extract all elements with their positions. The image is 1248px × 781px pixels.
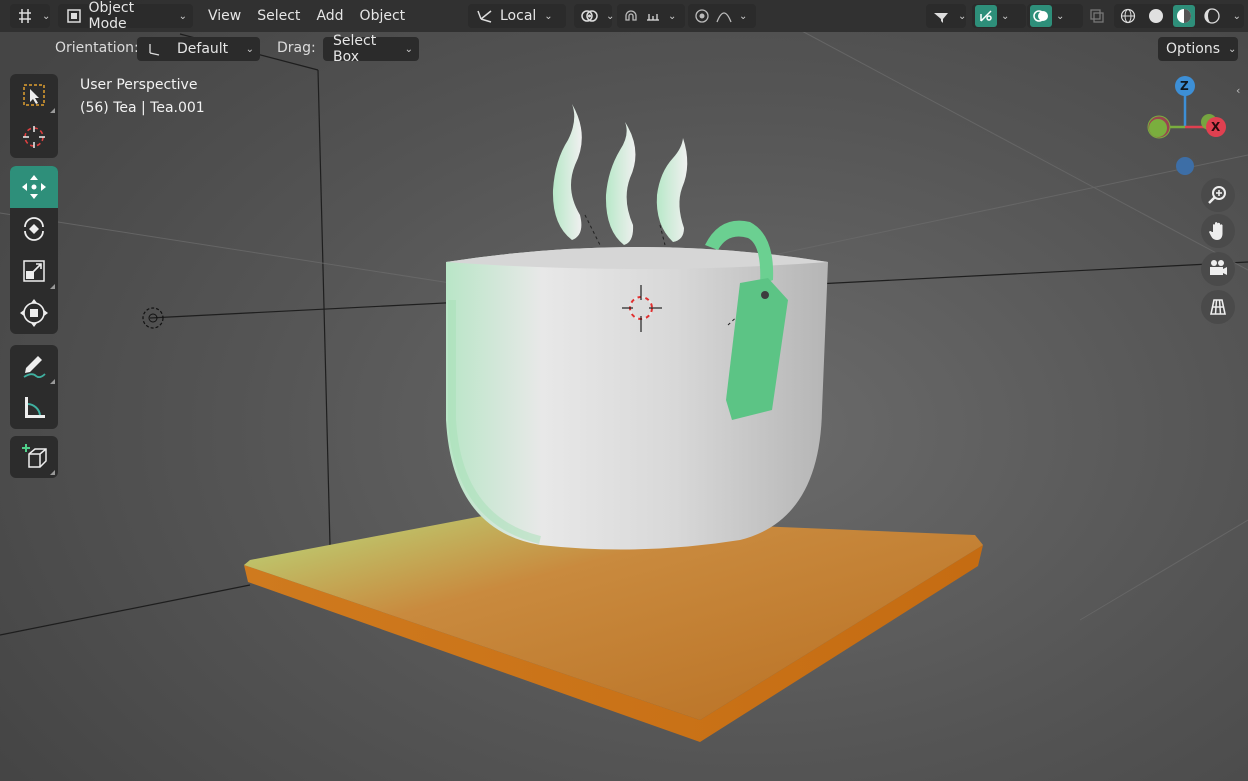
chevron-down-icon: ⌄ [739, 10, 748, 22]
chevron-down-icon[interactable]: ⌄ [1056, 11, 1064, 22]
orientation-dropdown-value: Default [177, 41, 229, 57]
zoom-button[interactable] [1201, 178, 1235, 212]
proportional-editing-icon[interactable] [691, 5, 713, 27]
add-cube-icon [22, 444, 47, 468]
toolbar-group-select [10, 74, 58, 158]
toolbar-group-add [10, 436, 58, 478]
tool-rotate[interactable] [10, 208, 58, 250]
chevron-down-icon: ⌄ [1228, 43, 1237, 55]
chevron-down-icon: ⌄ [606, 10, 615, 22]
cursor-visibility-icon [932, 5, 950, 27]
tool-annotate[interactable] [10, 345, 58, 387]
snapping-group: ⌄ [617, 4, 685, 28]
pivot-point-dropdown[interactable]: ⌄ [574, 4, 615, 28]
gizmo-z-label: Z [1180, 79, 1189, 93]
header-menu: View Select Add Object [200, 4, 413, 28]
menu-object[interactable]: Object [352, 4, 414, 28]
orientation-axes-icon [143, 38, 165, 60]
3d-viewport[interactable]: Z X User Perspective (56) Tea | Tea.001 [0, 0, 1248, 781]
scene-render [0, 29, 1248, 742]
selectability-dropdown[interactable]: ⌄ [926, 4, 966, 28]
chevron-down-icon: ⌄ [404, 43, 413, 55]
gizmo-toggle-group: ⌄ [972, 4, 1026, 28]
hand-icon [1209, 222, 1223, 240]
chevron-down-icon: ⌄ [42, 10, 51, 22]
object-info-label: (56) Tea | Tea.001 [80, 100, 205, 116]
chevron-down-icon: ⌄ [178, 10, 187, 22]
steam-object[interactable] [552, 104, 688, 245]
options-label: Options [1166, 41, 1221, 57]
move-icon [22, 175, 46, 199]
tool-select-box[interactable] [10, 74, 58, 116]
orientation-label: Orientation: [55, 40, 139, 56]
rotate-icon [24, 217, 44, 241]
camera-view-button[interactable] [1201, 252, 1235, 286]
material-shading-icon[interactable] [1172, 5, 1195, 27]
cursor-icon [23, 126, 45, 148]
zoom-icon [1208, 186, 1226, 204]
options-dropdown[interactable]: Options ⌄ [1158, 37, 1238, 61]
chevron-down-icon[interactable]: ⌄ [1233, 11, 1241, 22]
menu-add[interactable]: Add [308, 4, 351, 28]
menu-view[interactable]: View [200, 4, 249, 28]
tool-measure[interactable] [10, 387, 58, 429]
chevron-down-icon: ⌄ [245, 43, 254, 55]
proportional-editing-group: ⌄ [688, 4, 756, 28]
editor-type-icon [16, 5, 34, 27]
tool-move[interactable] [10, 166, 58, 208]
overlay-icon[interactable] [1030, 5, 1052, 27]
tool-cursor[interactable] [10, 116, 58, 158]
measure-icon [25, 397, 45, 418]
transform-icon [20, 299, 48, 327]
gizmo-x-label: X [1211, 120, 1221, 134]
mode-dropdown[interactable]: Object Mode ⌄ [58, 0, 193, 32]
chevron-down-icon: ⌄ [668, 10, 677, 22]
camera-icon [1210, 260, 1227, 275]
rendered-shading-icon[interactable] [1201, 5, 1223, 27]
perspective-label: User Perspective [80, 77, 198, 93]
tool-add-cube[interactable] [10, 436, 58, 478]
toolbar-group-annotate [10, 345, 58, 429]
transform-orientation-dropdown[interactable]: Local ⌄ [468, 4, 566, 28]
falloff-curve-icon[interactable] [713, 5, 735, 27]
drag-dropdown[interactable]: Select Box ⌄ [323, 33, 419, 65]
solid-shading-icon[interactable] [1145, 5, 1167, 27]
orientation-icon [474, 5, 496, 27]
pan-button[interactable] [1201, 214, 1235, 248]
ortho-toggle-button[interactable] [1201, 290, 1235, 324]
viewport-header: ⌄ Object Mode ⌄ View Select Add Object L… [0, 0, 1248, 32]
pivot-icon [580, 5, 598, 27]
shading-group: ⌄ [1114, 4, 1244, 28]
orientation-dropdown[interactable]: Default ⌄ [137, 37, 260, 61]
sidebar-toggle-icon[interactable]: ‹ [1236, 84, 1240, 97]
object-mode-icon [64, 5, 84, 27]
mode-label: Object Mode [88, 0, 135, 32]
select-box-icon [23, 84, 45, 106]
wireframe-shading-icon[interactable] [1117, 5, 1139, 27]
grid-icon [1210, 299, 1226, 315]
tool-scale[interactable] [10, 250, 58, 292]
menu-select[interactable]: Select [249, 4, 308, 28]
tool-settings-header: Orientation: Default ⌄ Drag: Select Box … [0, 33, 1248, 65]
drag-value: Select Box [333, 33, 377, 65]
scale-icon [23, 260, 45, 282]
overlay-toggle-group: ⌄ [1027, 4, 1083, 28]
chevron-down-icon: ⌄ [958, 10, 967, 22]
gizmo-icon[interactable] [975, 5, 997, 27]
orientation-value: Local [500, 8, 537, 24]
chevron-down-icon: ⌄ [544, 10, 553, 22]
magnet-icon[interactable] [620, 5, 642, 27]
toolbar-group-transform [10, 166, 58, 334]
xray-icon[interactable] [1086, 5, 1108, 27]
drag-label: Drag: [277, 40, 316, 56]
tool-transform[interactable] [10, 292, 58, 334]
snap-increment-icon[interactable] [642, 5, 664, 27]
blender-window: Z X User Perspective (56) Tea | Tea.001 … [0, 0, 1248, 781]
chevron-down-icon[interactable]: ⌄ [1001, 11, 1009, 22]
annotate-icon [23, 356, 46, 379]
editor-type-button[interactable]: ⌄ [10, 4, 50, 28]
